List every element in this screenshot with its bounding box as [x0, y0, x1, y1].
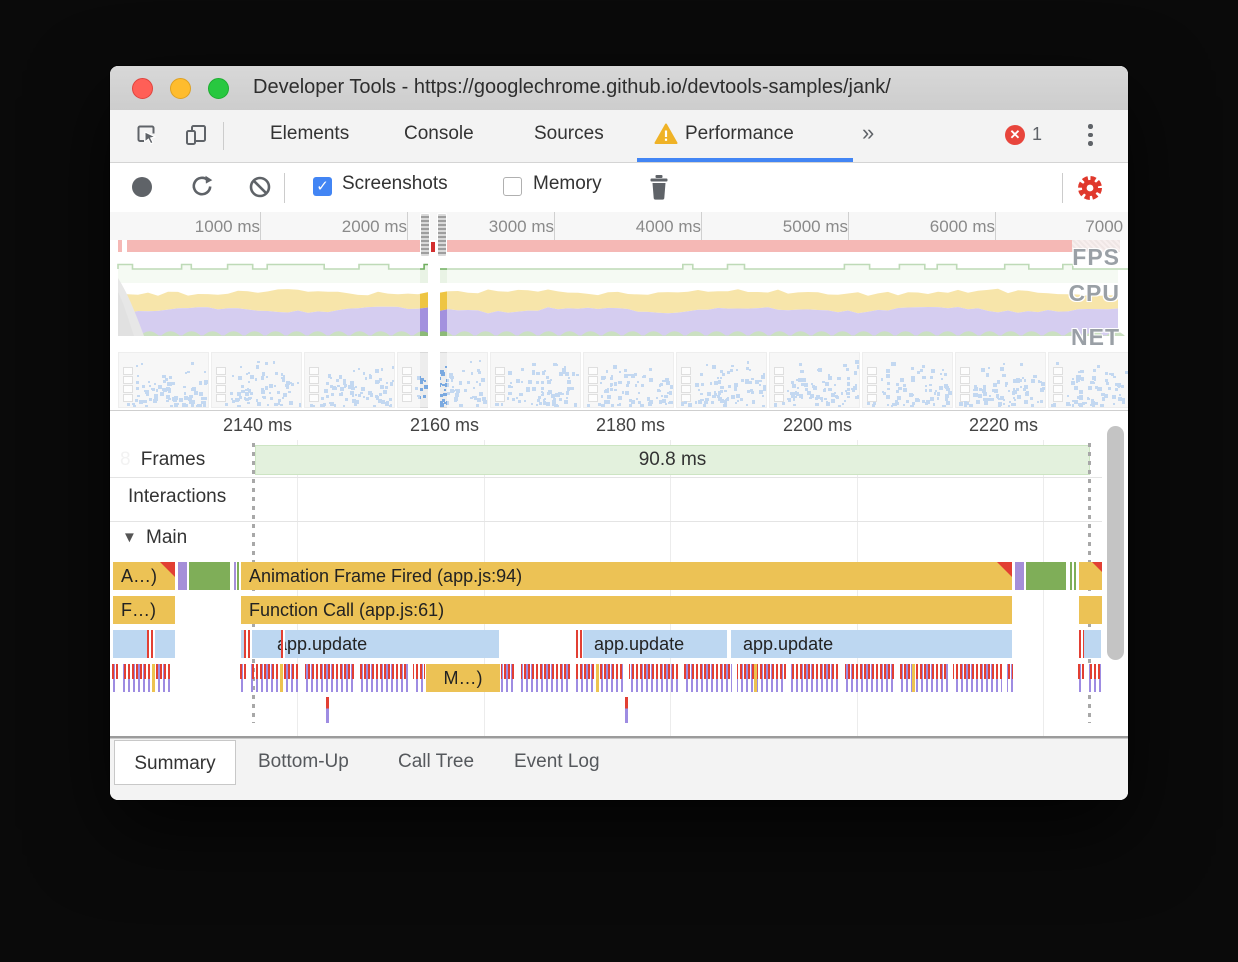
title-bar: Developer Tools - https://googlechrome.g…: [110, 66, 1128, 111]
flame-bar-app-update-2[interactable]: app.update: [575, 630, 728, 658]
frame-duration-bar[interactable]: 90.8 ms: [255, 445, 1090, 475]
collapse-arrow-icon[interactable]: ▼: [122, 529, 137, 546]
ruler-tick: [848, 212, 849, 240]
cpu-label: CPU: [1068, 280, 1120, 306]
tab-bottom-up[interactable]: Bottom-Up: [258, 751, 349, 773]
close-window-button[interactable]: [132, 78, 153, 99]
ruler-tick: [554, 212, 555, 240]
ruler-tick: [260, 212, 261, 240]
reload-icon[interactable]: [190, 175, 214, 199]
flame-bar-purple-sliver[interactable]: [234, 562, 236, 590]
kebab-menu-icon[interactable]: [1088, 124, 1093, 146]
divider: [223, 122, 224, 150]
tab-event-log[interactable]: Event Log: [514, 751, 600, 773]
selection-handle-left[interactable]: [420, 213, 430, 257]
flame-bar-green-block[interactable]: [189, 562, 230, 590]
flame-bar-function-call[interactable]: Function Call (app.js:61): [240, 596, 1013, 624]
flame-bar-green-sliver[interactable]: [237, 562, 239, 590]
flame-bar-purple-sliver[interactable]: [178, 562, 187, 590]
minimize-window-button[interactable]: [170, 78, 191, 99]
tab-performance[interactable]: Performance: [685, 123, 794, 145]
trash-icon[interactable]: [648, 174, 670, 200]
row-divider: [110, 477, 1128, 478]
flame-bar-purple-sliver[interactable]: [1015, 562, 1024, 590]
active-tab-underline: [637, 158, 853, 162]
tab-console[interactable]: Console: [404, 123, 474, 145]
clear-icon[interactable]: [248, 175, 272, 199]
main-ruler-label: 2180 ms: [595, 415, 665, 435]
error-badge-icon[interactable]: ✕: [1005, 125, 1025, 145]
overview-ruler-label: 6000 ms: [929, 217, 995, 236]
flame-micro-tick[interactable]: [326, 697, 329, 723]
flame-micro-stripes[interactable]: [240, 664, 1013, 692]
flame-bar-animation-frame-fired[interactable]: Animation Frame Fired (app.js:94): [240, 562, 1013, 590]
scrollbar-thumb[interactable]: [1107, 426, 1124, 660]
flame-bar-green-block[interactable]: [1026, 562, 1066, 590]
overview-ruler-label: 3000 ms: [488, 217, 554, 236]
selection-column: [428, 240, 440, 408]
flame-bar-animation-short[interactable]: A…): [112, 562, 176, 590]
error-count[interactable]: 1: [1032, 124, 1042, 145]
flame-bar-update-left[interactable]: [112, 630, 176, 658]
devtools-tab-bar: Elements Console Sources Performance » ✕…: [110, 110, 1128, 163]
fps-label: FPS: [1072, 244, 1120, 270]
flame-bar-function-right[interactable]: [1078, 596, 1104, 624]
flame-bar-green-sliver[interactable]: [1070, 562, 1072, 590]
screenshots-checkbox[interactable]: ✓: [313, 177, 332, 196]
flame-bar-app-update-1[interactable]: app.update: [240, 630, 500, 658]
flame-bar-function-short[interactable]: F…): [112, 596, 176, 624]
inspect-element-icon[interactable]: [135, 123, 159, 147]
divider: [284, 173, 285, 203]
flame-bar-animation-right[interactable]: [1078, 562, 1104, 590]
ruler-tick: [701, 212, 702, 240]
maximize-window-button[interactable]: [208, 78, 229, 99]
details-tab-bar: Summary Bottom-Up Call Tree Event Log: [110, 738, 1128, 800]
main-ruler-label: 2160 ms: [409, 415, 479, 435]
overview-ruler-label: 5000 ms: [782, 217, 848, 236]
frames-row-label: Frames: [113, 445, 233, 475]
interactions-row-label: Interactions: [128, 486, 227, 507]
performance-toolbar: ✓ Screenshots Memory: [110, 163, 1128, 213]
tab-summary[interactable]: Summary: [114, 740, 236, 785]
main-track-label[interactable]: Main: [146, 527, 187, 549]
flame-bar-m-short[interactable]: M…): [425, 664, 501, 692]
ruler-tick: [995, 212, 996, 240]
main-ruler-label: 2200 ms: [782, 415, 852, 435]
tab-call-tree[interactable]: Call Tree: [398, 751, 474, 773]
memory-checkbox[interactable]: [503, 177, 522, 196]
device-toolbar-icon[interactable]: [183, 122, 209, 148]
flame-bar-app-update-3[interactable]: app.update: [730, 630, 1013, 658]
flame-bar-green-sliver[interactable]: [1074, 562, 1076, 590]
memory-label[interactable]: Memory: [533, 173, 602, 195]
warning-icon: [654, 123, 678, 145]
flame-bar-update-right[interactable]: [1078, 630, 1102, 658]
flame-micro-tick[interactable]: [625, 697, 628, 723]
main-ruler-label: 2140 ms: [222, 415, 292, 435]
window-title: Developer Tools - https://googlechrome.g…: [253, 76, 891, 98]
divider: [1062, 173, 1063, 203]
overview-ruler-label: 4000 ms: [635, 217, 701, 236]
selection-fps-tick: [431, 242, 435, 252]
record-button[interactable]: [132, 177, 152, 197]
row-divider: [110, 521, 1128, 522]
overview-ruler-label: 2000 ms: [341, 217, 407, 236]
selection-handle-right[interactable]: [437, 213, 447, 257]
flame-micro-stripes[interactable]: [112, 664, 176, 692]
more-tabs-chevron[interactable]: »: [862, 120, 874, 146]
flame-micro-stripes[interactable]: [1078, 664, 1104, 692]
tab-elements[interactable]: Elements: [270, 123, 349, 145]
main-ruler-label: 2220 ms: [968, 415, 1038, 435]
screenshots-label[interactable]: Screenshots: [342, 173, 448, 195]
overview-ruler-label: 7000 m: [1085, 217, 1128, 236]
net-label: NET: [1071, 324, 1120, 350]
ruler-tick: [407, 212, 408, 240]
devtools-window: Developer Tools - https://googlechrome.g…: [110, 66, 1128, 800]
overview-dim-left: [110, 240, 420, 408]
gear-icon[interactable]: [1076, 174, 1104, 202]
overview-ruler-label: 1000 ms: [194, 217, 260, 236]
tab-sources[interactable]: Sources: [534, 123, 604, 145]
